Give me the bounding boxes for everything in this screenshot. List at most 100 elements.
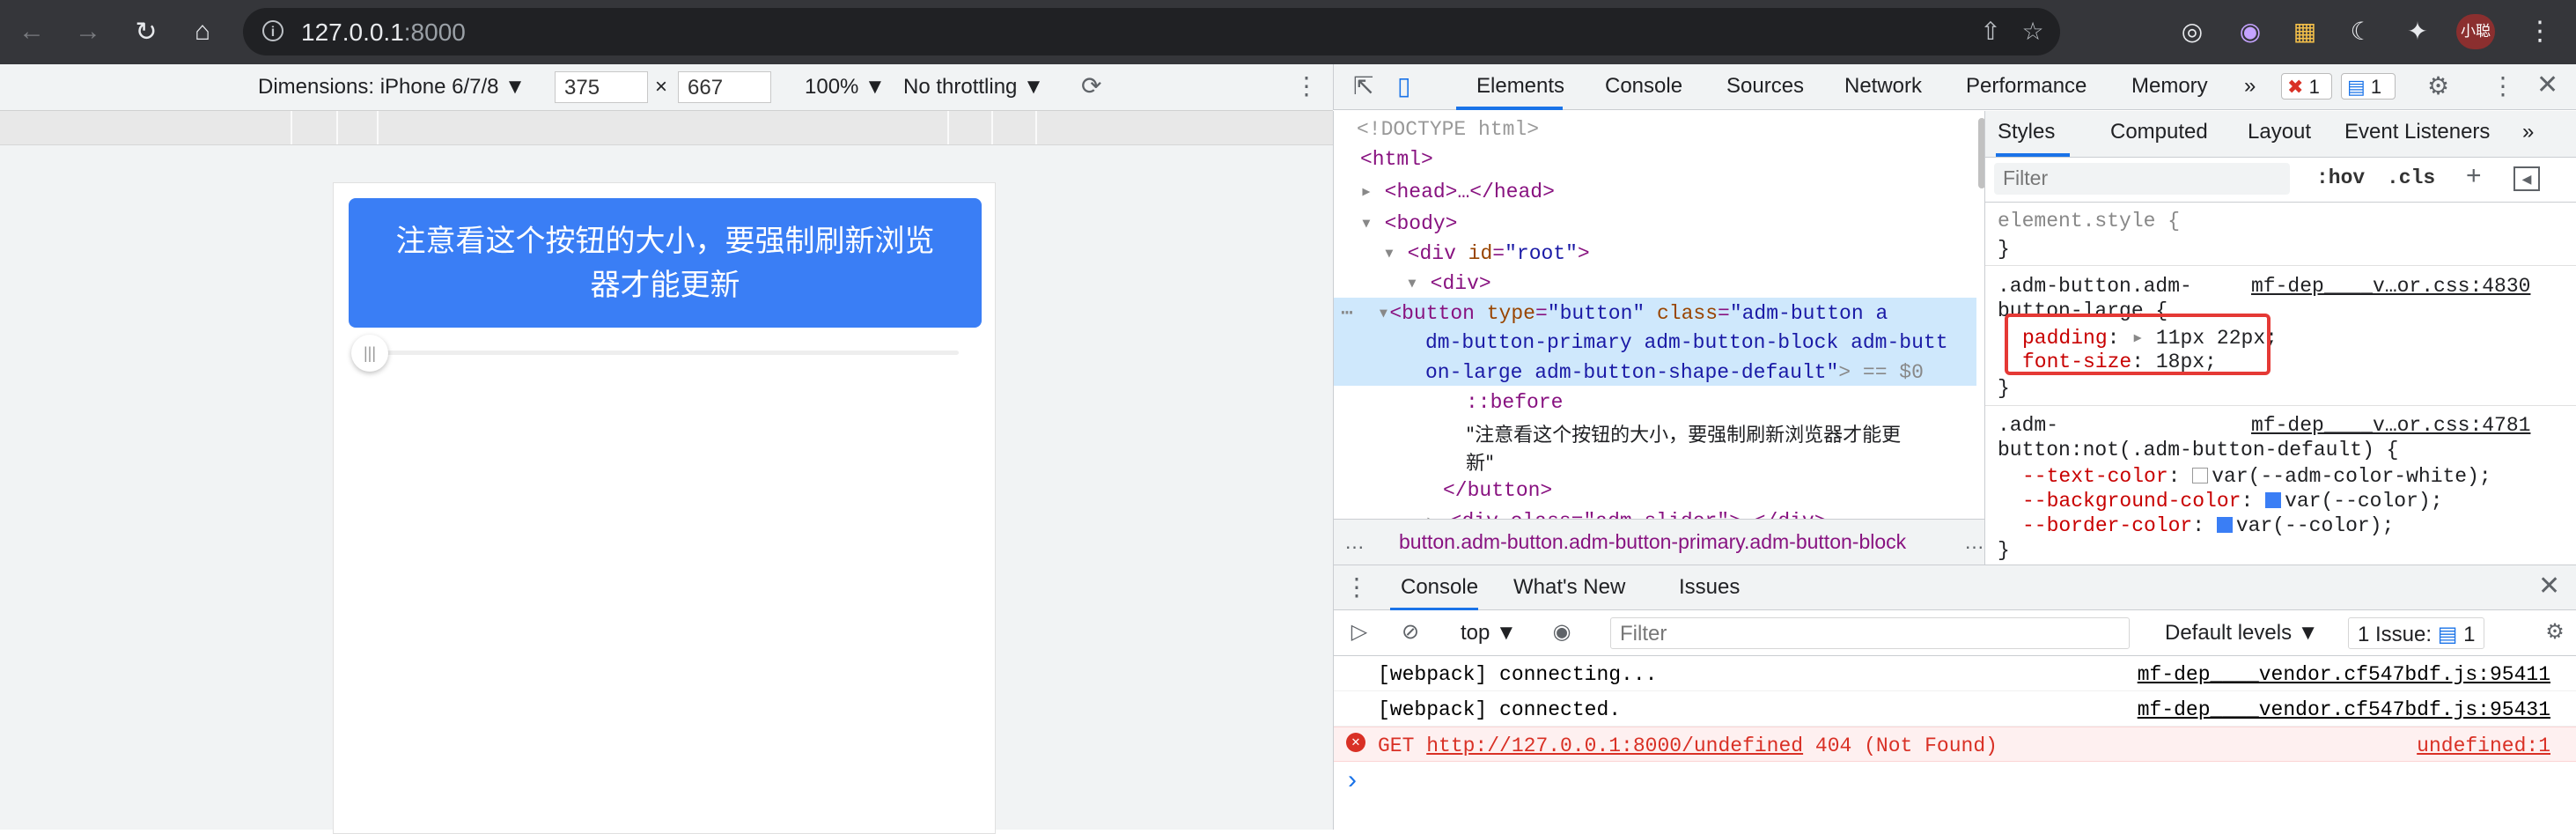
tab-elements[interactable]: Elements bbox=[1476, 74, 1564, 99]
tab-sources[interactable]: Sources bbox=[1726, 74, 1804, 99]
breadcrumb-item[interactable]: button.adm-button.adm-button-primary.adm… bbox=[1399, 530, 1906, 554]
console-log-row[interactable]: [webpack] connected. mf-dep____vendor.cf… bbox=[1334, 691, 2576, 727]
show-sidebar-icon[interactable]: ▷ bbox=[1346, 619, 1373, 646]
media-query-ruler[interactable] bbox=[0, 111, 1333, 145]
drawer-tab-console[interactable]: Console bbox=[1401, 575, 1478, 600]
collapse-arrow-icon[interactable]: ▾ bbox=[1377, 302, 1389, 325]
node-text[interactable]: "注意看这个按钮的大小，要强制刷新浏览器才能更 bbox=[1466, 419, 1901, 447]
breadcrumb-right-ellipsis[interactable]: … bbox=[1964, 530, 1984, 554]
dimensions-dropdown[interactable]: Dimensions: iPhone 6/7/8 ▼ bbox=[258, 75, 526, 100]
more-styles-tabs-icon[interactable]: » bbox=[2522, 120, 2534, 144]
node-button-close[interactable]: </button> bbox=[1443, 479, 1552, 502]
tab-layout[interactable]: Layout bbox=[2248, 120, 2311, 144]
drawer-menu-icon[interactable]: ⋮ bbox=[1344, 572, 1369, 602]
collapse-arrow-icon[interactable]: ▾ bbox=[1360, 212, 1385, 235]
rule2-selector[interactable]: .adm- bbox=[1998, 414, 2058, 437]
error-source-link[interactable]: undefined:1 bbox=[2417, 734, 2550, 757]
tab-network[interactable]: Network bbox=[1844, 74, 1922, 99]
node-div-root[interactable]: ▾ <div id="root"> bbox=[1383, 241, 1590, 265]
rotate-icon[interactable]: ⟳ bbox=[1081, 71, 1101, 100]
share-icon[interactable]: ⇧ bbox=[1976, 17, 2006, 47]
collapse-arrow-icon[interactable]: ▾ bbox=[1383, 242, 1408, 265]
adm-button[interactable]: 注意看这个按钮的大小，要强制刷新浏览器才能更新 bbox=[349, 198, 982, 328]
log-levels-dropdown[interactable]: Default levels ▼ bbox=[2165, 621, 2319, 646]
rule1-selector[interactable]: .adm-button.adm- bbox=[1998, 275, 2192, 298]
rule2-bg-color-decl[interactable]: --background-color: var(--color); bbox=[2022, 490, 2443, 513]
console-prompt-icon[interactable]: › bbox=[1348, 765, 1357, 795]
extension-target-icon[interactable]: ◎ bbox=[2175, 14, 2210, 49]
back-icon[interactable]: ← bbox=[12, 12, 51, 51]
slider-track[interactable] bbox=[371, 351, 959, 355]
log-source-link[interactable]: mf-dep____vendor.cf547bdf.js:95431 bbox=[2138, 698, 2550, 721]
live-expression-eye-icon[interactable]: ◉ bbox=[1549, 619, 1575, 646]
throttling-dropdown[interactable]: No throttling ▼ bbox=[903, 75, 1044, 100]
node-button-line2[interactable]: dm-button-primary adm-button-block adm-b… bbox=[1425, 331, 1948, 354]
expand-arrow-icon[interactable]: ▸ bbox=[1360, 181, 1385, 203]
slider-thumb[interactable]: ||| bbox=[351, 335, 388, 372]
issues-button[interactable]: 1 Issue: ▤ 1 bbox=[2348, 617, 2485, 649]
rule1-source-link[interactable]: mf-dep____v…or.css:4830 bbox=[2251, 275, 2530, 298]
styles-filter-input[interactable]: Filter bbox=[1994, 163, 2290, 195]
inspect-element-icon[interactable]: ⇱ bbox=[1353, 71, 1373, 100]
browser-menu-icon[interactable]: ⋮ bbox=[2527, 14, 2553, 49]
profile-avatar[interactable]: 小聪 bbox=[2456, 14, 2495, 49]
forward-icon[interactable]: → bbox=[69, 12, 107, 51]
ruler-segment[interactable] bbox=[336, 111, 338, 144]
collapse-arrow-icon[interactable]: ▾ bbox=[1406, 272, 1431, 295]
toggle-sidebar-icon[interactable]: ◀ bbox=[2513, 166, 2540, 191]
rule2-border-color-decl[interactable]: --border-color: var(--color); bbox=[2022, 514, 2394, 537]
new-rule-plus-icon[interactable]: + bbox=[2466, 161, 2482, 191]
tab-event-listeners[interactable]: Event Listeners bbox=[2344, 120, 2490, 144]
node-doctype[interactable]: <!DOCTYPE html> bbox=[1357, 118, 1539, 141]
node-button-line3[interactable]: on-large adm-button-shape-default"> == $… bbox=[1425, 361, 1924, 384]
element-style-selector[interactable]: element.style { bbox=[1998, 210, 2180, 232]
device-toolbar-menu-icon[interactable]: ⋮ bbox=[1294, 71, 1319, 100]
node-slider-div[interactable]: ▸ <div class="adm-slider">…</div> bbox=[1425, 509, 1827, 519]
color-swatch[interactable] bbox=[2216, 517, 2233, 533]
message-count-badge[interactable]: ▤ 1 bbox=[2341, 73, 2396, 100]
ruler-segment[interactable] bbox=[291, 111, 292, 144]
rule2-source-link[interactable]: mf-dep____v…or.css:4781 bbox=[2251, 414, 2530, 437]
extensions-puzzle-icon[interactable]: ✦ bbox=[2400, 14, 2435, 49]
ruler-segment[interactable] bbox=[1035, 111, 1037, 144]
log-source-link[interactable]: mf-dep____vendor.cf547bdf.js:95411 bbox=[2138, 663, 2550, 686]
cls-toggle[interactable]: .cls bbox=[2387, 166, 2435, 189]
node-menu-icon[interactable]: ⋯ bbox=[1341, 302, 1377, 325]
tab-computed[interactable]: Computed bbox=[2110, 120, 2208, 144]
node-before[interactable]: ::before bbox=[1466, 391, 1563, 414]
node-div[interactable]: ▾ <div> bbox=[1406, 271, 1491, 295]
node-head[interactable]: ▸ <head>…</head> bbox=[1360, 180, 1555, 203]
console-filter-input[interactable]: Filter bbox=[1610, 617, 2130, 649]
clear-console-icon[interactable]: ⊘ bbox=[1397, 619, 1424, 646]
color-swatch[interactable] bbox=[2192, 468, 2209, 483]
expand-arrow-icon[interactable]: ▸ bbox=[1425, 510, 1450, 519]
breadcrumb-left-ellipsis[interactable]: … bbox=[1344, 530, 1365, 554]
extension-cat-icon[interactable]: ◉ bbox=[2233, 14, 2268, 49]
extension-moon-icon[interactable]: ☾ bbox=[2344, 14, 2379, 49]
node-button-line1[interactable]: ⋯ ▾<button type="button" class="adm-butt… bbox=[1341, 301, 1888, 325]
device-width-input[interactable]: 375 bbox=[555, 71, 648, 103]
console-settings-gear-icon[interactable]: ⚙ bbox=[2542, 619, 2568, 646]
drawer-tab-issues[interactable]: Issues bbox=[1679, 575, 1740, 600]
rule2-text-color-decl[interactable]: --text-color: var(--adm-color-white); bbox=[2022, 465, 2491, 488]
home-icon[interactable]: ⌂ bbox=[183, 12, 222, 51]
ruler-segment[interactable] bbox=[377, 111, 379, 144]
more-tabs-icon[interactable]: » bbox=[2244, 74, 2256, 99]
devtools-menu-icon[interactable]: ⋮ bbox=[2491, 71, 2515, 100]
hov-toggle[interactable]: :hov bbox=[2316, 166, 2365, 189]
error-url-link[interactable]: http://127.0.0.1:8000/undefined bbox=[1426, 734, 1803, 757]
close-devtools-icon[interactable]: ✕ bbox=[2536, 70, 2558, 100]
bookmark-star-icon[interactable]: ☆ bbox=[2018, 17, 2048, 47]
device-height-input[interactable]: 667 bbox=[678, 71, 771, 103]
ruler-segment[interactable] bbox=[991, 111, 993, 144]
error-count-badge[interactable]: ✖ 1 bbox=[2281, 73, 2332, 100]
settings-gear-icon[interactable]: ⚙ bbox=[2427, 71, 2449, 100]
extension-books-icon[interactable]: ▦ bbox=[2287, 14, 2322, 49]
close-drawer-icon[interactable]: ✕ bbox=[2538, 571, 2560, 602]
tab-memory[interactable]: Memory bbox=[2131, 74, 2208, 99]
node-body[interactable]: ▾ <body> bbox=[1360, 211, 1457, 235]
address-bar[interactable]: i 127.0.0.1:8000 ⇧ ☆ bbox=[243, 8, 2060, 55]
drawer-tab-whats-new[interactable]: What's New bbox=[1513, 575, 1625, 600]
color-swatch[interactable] bbox=[2265, 492, 2282, 508]
context-selector[interactable]: top ▼ bbox=[1461, 621, 1517, 646]
